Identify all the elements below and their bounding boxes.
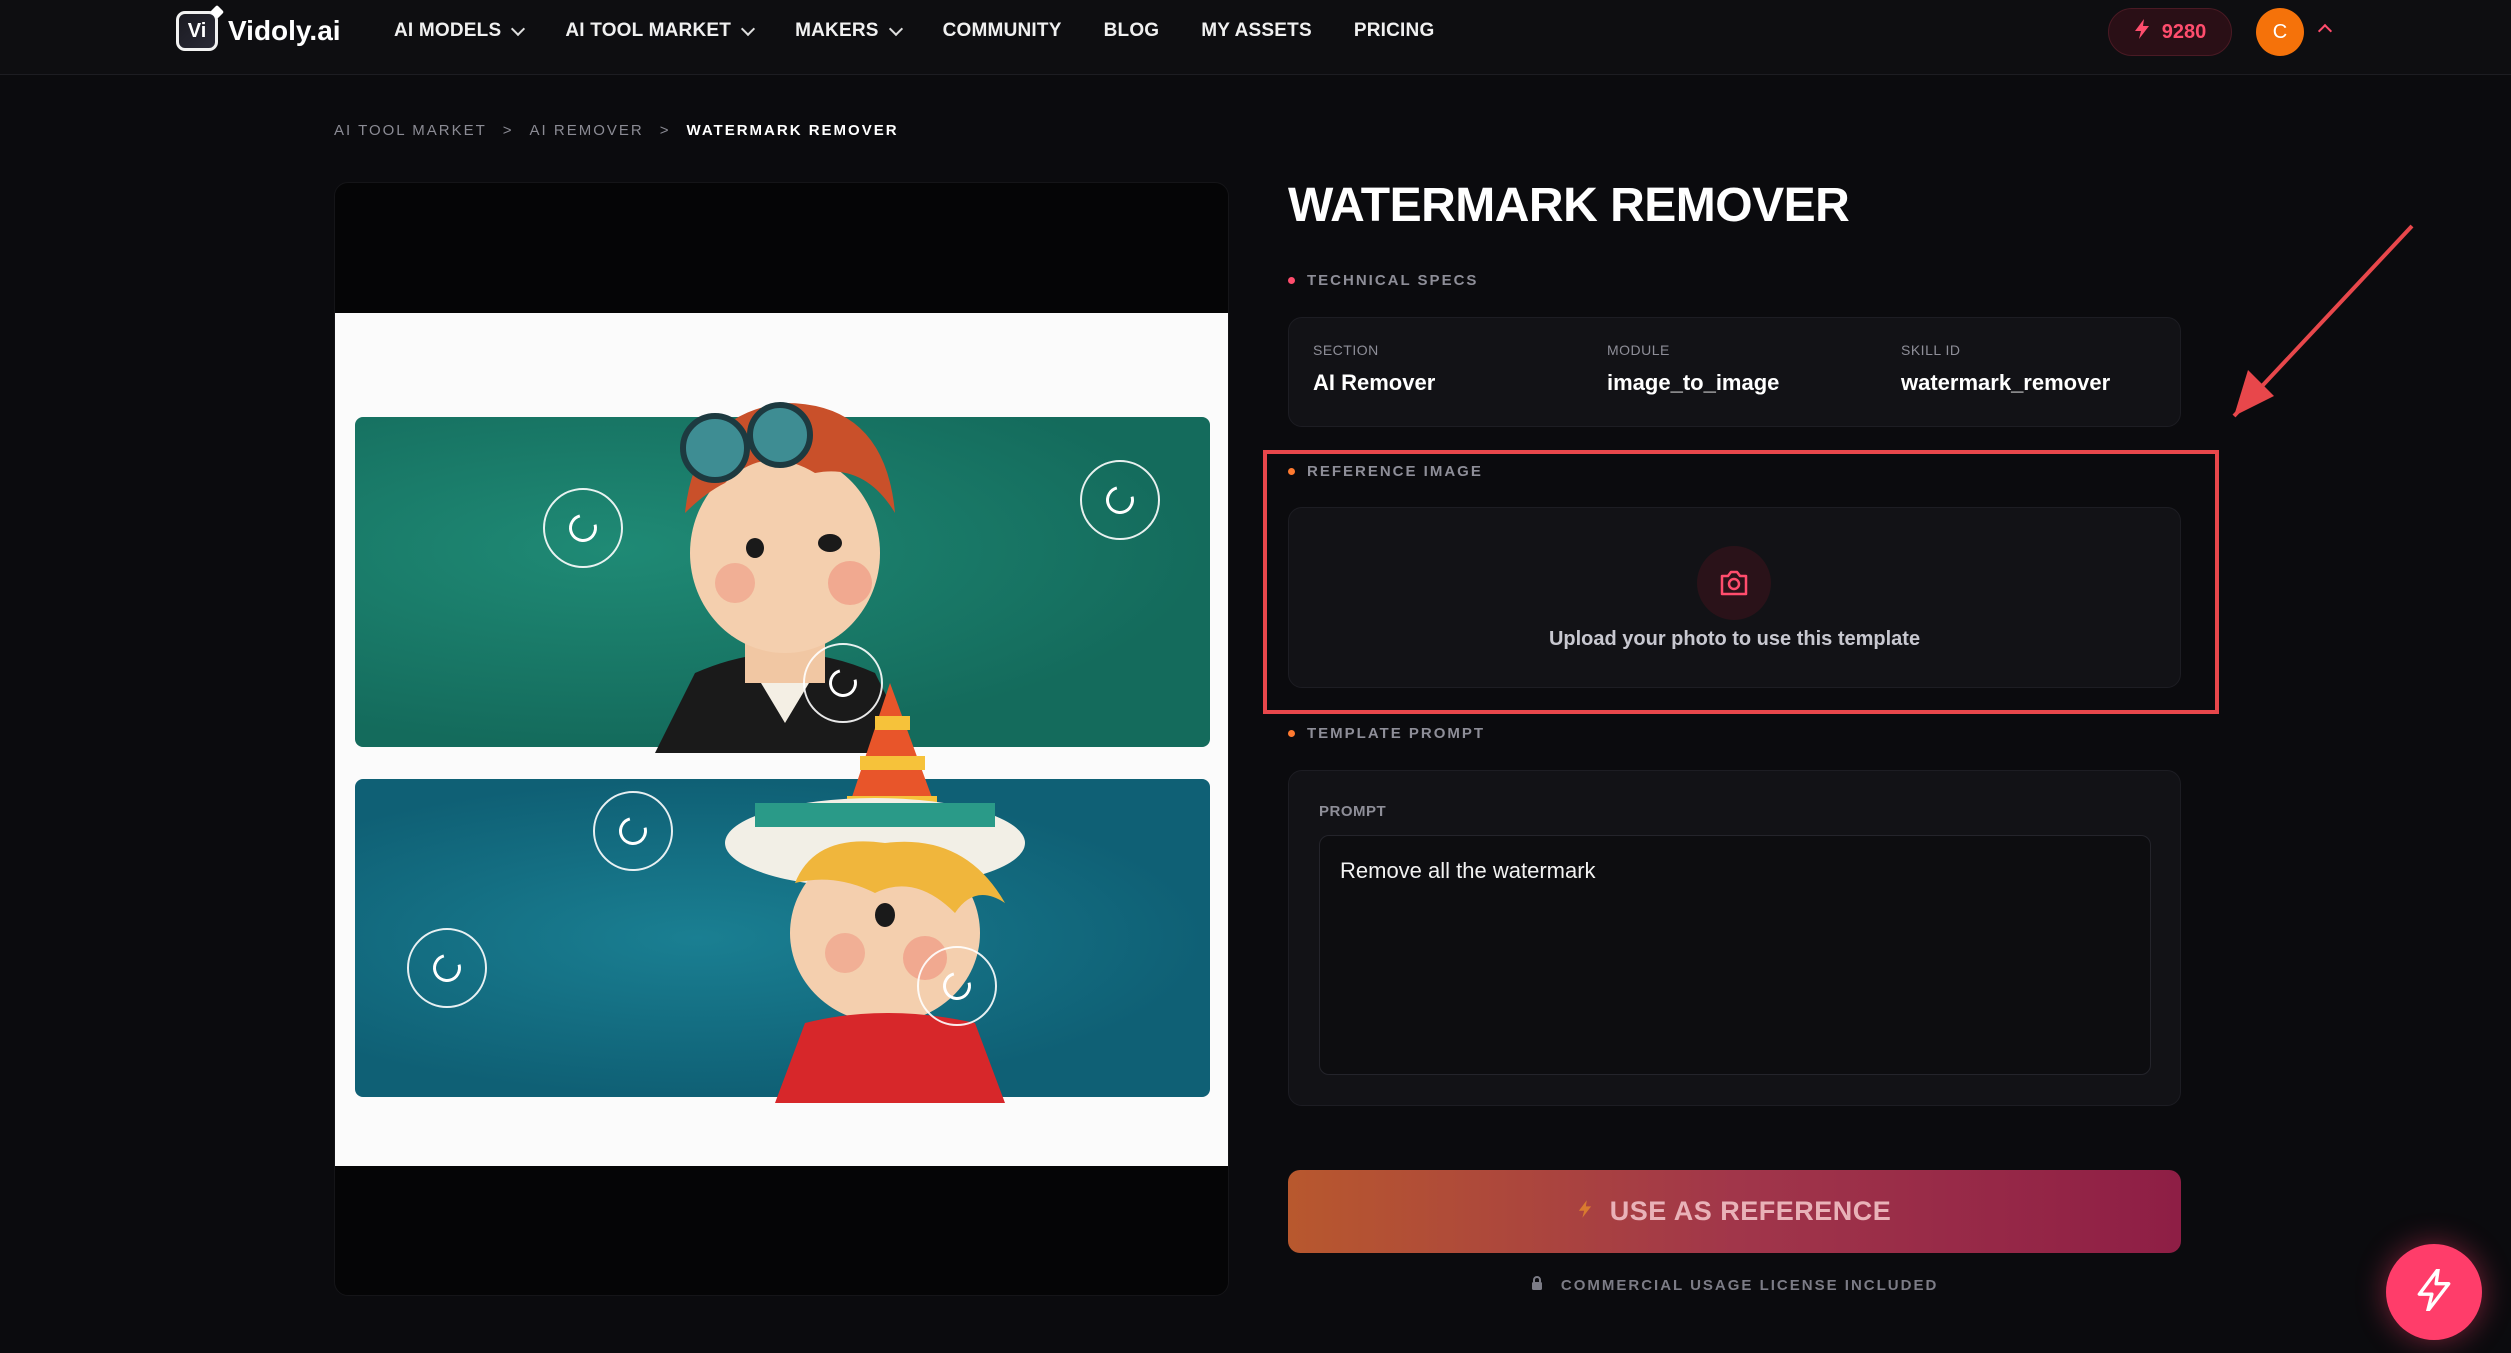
breadcrumb-separator: >: [659, 122, 671, 139]
lock-icon: [1531, 1276, 1543, 1294]
spec-section: SECTION AI Remover: [1313, 342, 1435, 396]
nav-item-community[interactable]: COMMUNITY: [943, 20, 1062, 42]
breadcrumb-separator: >: [502, 122, 514, 139]
nav-item-label: AI MODELS: [394, 20, 502, 41]
watermark-icon: [803, 643, 883, 723]
license-note: COMMERCIAL USAGE LICENSE INCLUDED: [1288, 1276, 2181, 1294]
template-preview: [334, 182, 1229, 1296]
nav-item-ai-models[interactable]: AI MODELS: [394, 20, 526, 42]
use-as-reference-button[interactable]: USE AS REFERENCE: [1288, 1170, 2181, 1253]
nav-item-ai-tool-market[interactable]: AI TOOL MARKET: [565, 20, 756, 42]
avatar[interactable]: C: [2256, 8, 2304, 56]
spec-skill-id: SKILL ID watermark_remover: [1901, 342, 2110, 396]
upload-dropzone[interactable]: Upload your photo to use this template: [1288, 507, 2181, 688]
nav-item-pricing[interactable]: PRICING: [1354, 20, 1435, 42]
bolt-icon: [2417, 1266, 2451, 1316]
camera-icon: [1697, 546, 1771, 620]
watermark-icon: [593, 791, 673, 871]
breadcrumb-current: WATERMARK REMOVER: [686, 122, 899, 139]
section-label-text: TEMPLATE PROMPT: [1307, 725, 1486, 742]
logo-text: Vidoly.ai: [228, 15, 341, 46]
chevron-down-icon: [741, 21, 756, 36]
bullet-dot-icon: [1288, 730, 1295, 737]
watermark-icon: [1080, 460, 1160, 540]
prompt-textarea[interactable]: Remove all the watermark: [1319, 835, 2151, 1075]
technical-specs-card: SECTION AI Remover MODULE image_to_image…: [1288, 317, 2181, 427]
logo[interactable]: Vi Vidoly.ai: [176, 10, 341, 52]
breadcrumb: AI TOOL MARKET > AI REMOVER > WATERMARK …: [334, 122, 915, 139]
nav-menu: AI MODELS AI TOOL MARKET MAKERS COMMUNIT…: [394, 0, 1476, 62]
logo-mark-icon: Vi: [176, 11, 218, 51]
spec-value: AI Remover: [1313, 370, 1436, 395]
bullet-dot-icon: [1288, 277, 1295, 284]
use-as-reference-label: USE AS REFERENCE: [1609, 1196, 1892, 1226]
credits-badge[interactable]: 9280: [2108, 8, 2232, 56]
annotation-arrow-icon: [2232, 224, 2414, 418]
reference-image-label: REFERENCE IMAGE: [1288, 463, 1483, 480]
character-illustration-bottom: [725, 683, 1025, 1103]
section-label-text: REFERENCE IMAGE: [1307, 463, 1483, 480]
upload-prompt-text: Upload your photo to use this template: [1548, 628, 1921, 650]
spec-key: MODULE: [1607, 342, 1670, 358]
technical-specs-label: TECHNICAL SPECS: [1288, 272, 1478, 289]
nav-item-blog[interactable]: BLOG: [1104, 20, 1160, 42]
spec-key: SKILL ID: [1901, 342, 1961, 358]
bolt-icon: [2134, 19, 2150, 45]
preview-image: [335, 313, 1228, 1166]
watermark-icon: [543, 488, 623, 568]
chevron-down-icon: [888, 21, 903, 36]
top-nav: Vi Vidoly.ai AI MODELS AI TOOL MARKET MA…: [0, 0, 2511, 75]
section-label-text: TECHNICAL SPECS: [1307, 272, 1479, 289]
spec-module: MODULE image_to_image: [1607, 342, 1779, 396]
bolt-icon: [1578, 1199, 1592, 1225]
spec-value: watermark_remover: [1901, 370, 2111, 395]
quick-action-fab[interactable]: [2386, 1244, 2482, 1340]
nav-item-label: MAKERS: [795, 20, 879, 41]
template-prompt-card: PROMPT Remove all the watermark: [1288, 770, 2181, 1106]
credits-count: 9280: [2161, 20, 2207, 43]
page-title: WATERMARK REMOVER: [1288, 179, 1850, 232]
nav-item-my-assets[interactable]: MY ASSETS: [1201, 20, 1312, 42]
watermark-icon: [917, 946, 997, 1026]
nav-item-label: AI TOOL MARKET: [565, 20, 732, 41]
prompt-field-label: PROMPT: [1319, 803, 1387, 820]
bullet-dot-icon: [1288, 468, 1295, 475]
spec-value: image_to_image: [1607, 370, 1780, 395]
chevron-down-icon: [511, 21, 526, 36]
chevron-up-icon[interactable]: [2317, 23, 2333, 39]
breadcrumb-link-ai-remover[interactable]: AI REMOVER: [530, 122, 644, 139]
spec-key: SECTION: [1313, 342, 1379, 358]
template-prompt-label: TEMPLATE PROMPT: [1288, 725, 1485, 742]
watermark-icon: [407, 928, 487, 1008]
breadcrumb-link-ai-tool-market[interactable]: AI TOOL MARKET: [334, 122, 487, 139]
nav-item-makers[interactable]: MAKERS: [795, 20, 903, 42]
license-text: COMMERCIAL USAGE LICENSE INCLUDED: [1560, 1277, 1939, 1294]
